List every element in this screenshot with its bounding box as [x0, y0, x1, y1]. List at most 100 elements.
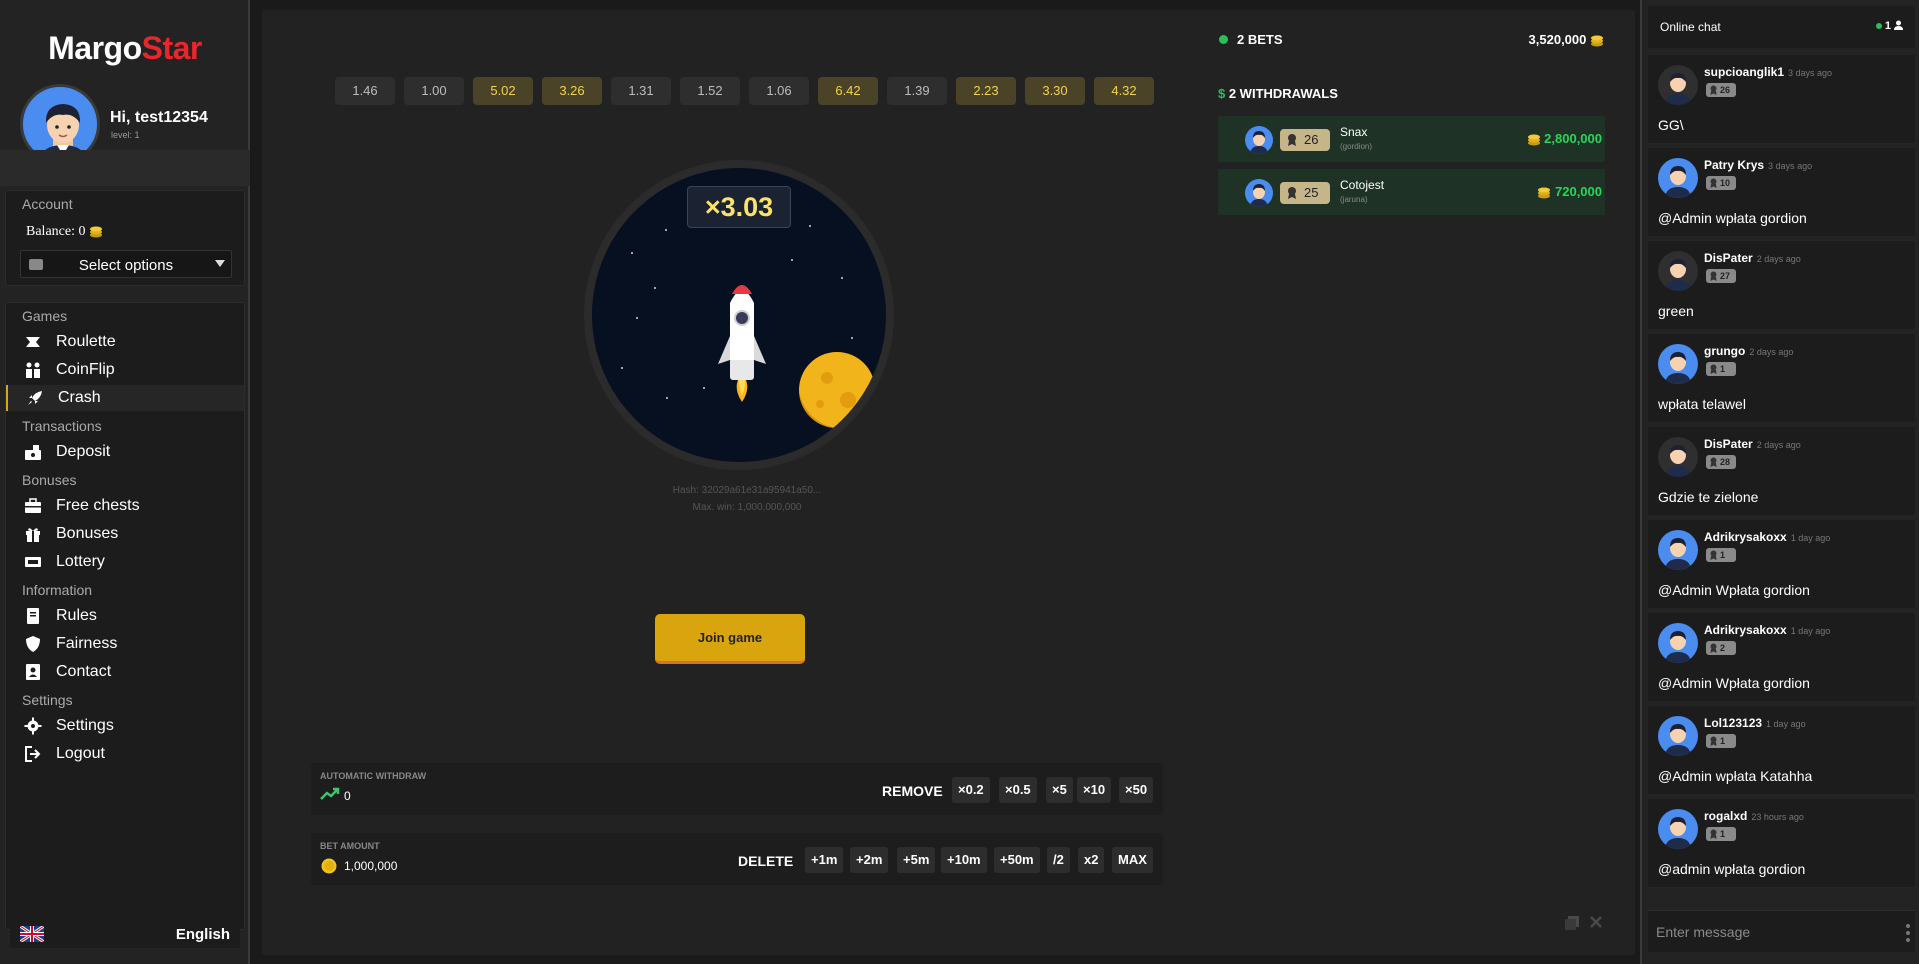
history-chip[interactable]: 1.31	[611, 77, 671, 105]
chat-username[interactable]: rogalxd 23 hours ago	[1704, 809, 1804, 823]
level-badge: 1	[1706, 827, 1736, 841]
nav-fairness-label: Fairness	[56, 635, 118, 652]
nav-settings[interactable]: Settings	[6, 713, 244, 739]
auto-withdraw-bar: AUTOMATIC WITHDRAW 0 REMOVE ×0.2 ×0.5 ×5…	[311, 763, 1163, 815]
history-chip[interactable]: 1.52	[680, 77, 740, 105]
amount-value: 720,000	[1555, 184, 1602, 199]
nav-settings-label: Settings	[56, 717, 114, 734]
chat-username[interactable]: grungo 2 days ago	[1704, 344, 1793, 358]
history-chip[interactable]: 6.42	[818, 77, 878, 105]
nav-lottery[interactable]: Lottery	[6, 549, 244, 575]
player-sub: (gordion)	[1340, 142, 1373, 151]
avatar[interactable]	[1658, 809, 1698, 849]
chat-username[interactable]: DisPater 2 days ago	[1704, 251, 1801, 265]
avatar[interactable]	[1658, 251, 1698, 291]
coins-icon	[89, 226, 102, 238]
shield-icon	[26, 636, 40, 652]
logo[interactable]: MargoStar	[0, 30, 250, 67]
nav-crash[interactable]: Crash	[6, 385, 244, 411]
medal-icon	[1288, 134, 1296, 146]
level-badge: 25	[1280, 182, 1330, 204]
chat-username[interactable]: Lol123123 1 day ago	[1704, 716, 1806, 730]
level-badge: 26	[1706, 83, 1736, 97]
auto-withdraw-input[interactable]: 0	[344, 789, 351, 803]
nav-roulette[interactable]: Roulette	[6, 329, 244, 355]
payment-select[interactable]: Select options	[20, 250, 232, 278]
nav-lottery-label: Lottery	[56, 553, 105, 570]
chat-text: @Admin Wpłata gordion	[1658, 582, 1810, 598]
history-chip[interactable]: 2.23	[956, 77, 1016, 105]
chat-username[interactable]: DisPater 2 days ago	[1704, 437, 1801, 451]
bet-chip-1m[interactable]: +1m	[805, 847, 844, 873]
copy-icon[interactable]	[1564, 915, 1580, 931]
avatar[interactable]	[1658, 530, 1698, 570]
bet-chip-max[interactable]: MAX	[1112, 847, 1153, 873]
nav-contact[interactable]: Contact	[6, 659, 244, 685]
bet-chip-2m[interactable]: +2m	[850, 847, 889, 873]
aw-chip-5[interactable]: ×5	[1046, 777, 1073, 803]
bets-count: 2 BETS	[1237, 32, 1283, 47]
aw-chip-50[interactable]: ×50	[1119, 777, 1154, 803]
history-chip[interactable]: 4.32	[1094, 77, 1154, 105]
nav-free-chests-label: Free chests	[56, 497, 140, 514]
bet-chip-half[interactable]: /2	[1047, 847, 1070, 873]
remove-button[interactable]: REMOVE	[882, 783, 943, 799]
avatar	[1245, 179, 1273, 207]
join-game-button[interactable]: Join game	[655, 614, 805, 664]
avatar	[1245, 126, 1273, 154]
level-badge: 1	[1706, 362, 1736, 376]
level-badge: 10	[1706, 176, 1736, 190]
divider-band	[0, 150, 250, 186]
history-chip[interactable]: 1.39	[887, 77, 947, 105]
nav-coinflip[interactable]: CoinFlip	[6, 357, 244, 383]
bet-chip-5m[interactable]: +5m	[897, 847, 936, 873]
avatar[interactable]	[1658, 65, 1698, 105]
chat-text: GG\	[1658, 117, 1684, 133]
dollar-icon: $	[1218, 86, 1229, 101]
chat-username[interactable]: supcioanglik1 3 days ago	[1704, 65, 1832, 79]
history-chip[interactable]: 5.02	[473, 77, 533, 105]
chat-time: 2 days ago	[1749, 347, 1794, 357]
username-text: DisPater	[1704, 437, 1753, 451]
withdrawal-row: 26 Snax (gordion) 2,800,000	[1218, 116, 1605, 162]
nav-free-chests[interactable]: Free chests	[6, 493, 244, 519]
chat-username[interactable]: Adrikrysakoxx 1 day ago	[1704, 530, 1830, 544]
medal-icon	[1710, 364, 1717, 374]
avatar[interactable]	[1658, 437, 1698, 477]
level-badge: 2	[1706, 641, 1736, 655]
close-icon[interactable]	[1589, 915, 1603, 929]
chat-username[interactable]: Adrikrysakoxx 1 day ago	[1704, 623, 1830, 637]
nav-bonuses[interactable]: Bonuses	[6, 521, 244, 547]
bet-chip-double[interactable]: x2	[1078, 847, 1105, 873]
history-chip[interactable]: 3.30	[1025, 77, 1085, 105]
nav-fairness[interactable]: Fairness	[6, 631, 244, 657]
bet-chip-10m[interactable]: +10m	[941, 847, 987, 873]
avatar[interactable]	[1658, 623, 1698, 663]
nav-contact-label: Contact	[56, 663, 112, 680]
nav-deposit[interactable]: Deposit	[6, 439, 244, 465]
avatar[interactable]	[1658, 716, 1698, 756]
nav-deposit-label: Deposit	[56, 443, 111, 460]
aw-chip-0.5[interactable]: ×0.5	[999, 777, 1037, 803]
nav-rules[interactable]: Rules	[6, 603, 244, 629]
avatar[interactable]	[1658, 158, 1698, 198]
history-chip[interactable]: 1.06	[749, 77, 809, 105]
delete-button[interactable]: DELETE	[738, 853, 793, 869]
avatar[interactable]	[1658, 344, 1698, 384]
chat-message: Adrikrysakoxx 1 day ago 2 @Admin Wpłata gor…	[1648, 613, 1915, 701]
sidebar: MargoStar Hi, test12354 level: 1 Account…	[0, 0, 250, 964]
bet-amount-input[interactable]: 1,000,000	[344, 859, 397, 873]
nav-logout[interactable]: Logout	[6, 741, 244, 767]
chat-message-input[interactable]	[1656, 921, 1876, 943]
aw-chip-10[interactable]: ×10	[1077, 777, 1112, 803]
bet-chip-50m[interactable]: +50m	[994, 847, 1040, 873]
more-options-icon[interactable]	[1905, 923, 1911, 943]
chat-time: 2 days ago	[1756, 254, 1801, 264]
history-chip[interactable]: 1.46	[335, 77, 395, 105]
history-chip[interactable]: 3.26	[542, 77, 602, 105]
language-selector[interactable]: English	[10, 918, 240, 948]
aw-chip-0.2[interactable]: ×0.2	[952, 777, 990, 803]
history-chip[interactable]: 1.00	[404, 77, 464, 105]
max-win: Max. win: 1,000,000,000	[692, 502, 802, 513]
chat-username[interactable]: Patry Krys 3 days ago	[1704, 158, 1812, 172]
